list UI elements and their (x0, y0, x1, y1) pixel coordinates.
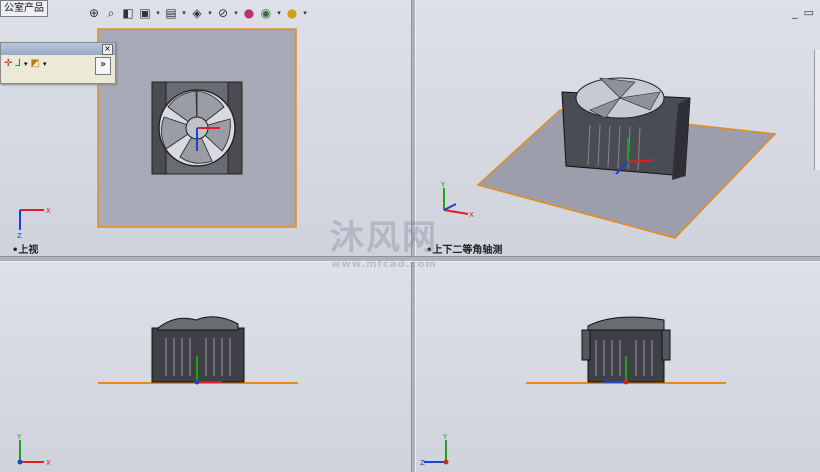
view-orientation-icon[interactable]: ▤ (163, 4, 179, 22)
isometric-view-model (476, 77, 777, 239)
hide-show-icon[interactable]: ⊘ (215, 4, 231, 22)
triad-bottom-right: Y Z (420, 433, 449, 467)
document-tab[interactable]: 公室产品 (0, 0, 48, 17)
chevron-down-icon[interactable]: ▾ (43, 60, 47, 68)
viewport-label-top: •上视 (12, 245, 39, 256)
floating-reference-toolbar[interactable]: × ✛ ⅃ ▾ ◩ ▾ » (0, 42, 116, 84)
svg-text:X: X (46, 207, 51, 215)
minimize-icon[interactable]: _ (792, 6, 798, 19)
toolbar-title-bar[interactable]: × (1, 43, 115, 55)
display-style-icon[interactable]: ◈ (189, 4, 205, 22)
section-view-icon[interactable]: ▣ (137, 4, 153, 22)
top-view-model (97, 28, 297, 228)
zoom-to-fit-icon[interactable]: ⊕ (86, 4, 102, 22)
section-dropdown-icon[interactable]: ▾ (154, 4, 162, 22)
task-pane-tabs[interactable] (814, 50, 820, 170)
zoom-area-icon[interactable]: ⌕ (103, 4, 119, 22)
view-settings-icon[interactable]: ● (284, 4, 300, 22)
apply-scene-icon[interactable]: ◉ (258, 4, 274, 22)
heads-up-view-toolbar: ⊕ ⌕ ◧ ▣ ▾ ▤ ▾ ◈ ▾ ⊘ ▾ ● ◉ ▾ ● ▾ (86, 3, 309, 23)
display-dropdown-icon[interactable]: ▾ (206, 4, 214, 22)
expand-toolbar-button[interactable]: » (95, 57, 111, 75)
close-icon[interactable]: × (102, 44, 113, 55)
scene-dropdown-icon[interactable]: ▾ (275, 4, 283, 22)
svg-text:X: X (469, 211, 474, 219)
restore-icon[interactable]: ▭ (804, 6, 814, 19)
orientation-dropdown-icon[interactable]: ▾ (180, 4, 188, 22)
watermark: 沐风网 www.mfcad.com (330, 218, 438, 270)
chevron-down-icon[interactable]: ▾ (24, 60, 28, 68)
triad-bottom-left: Y X (16, 433, 51, 467)
coordinate-system-icon[interactable]: ✛ (4, 58, 12, 69)
previous-view-icon[interactable]: ◧ (120, 4, 136, 22)
svg-text:Y: Y (440, 181, 446, 189)
svg-text:Z: Z (420, 459, 425, 467)
svg-text:Y: Y (442, 433, 448, 441)
svg-text:Z: Z (17, 232, 22, 240)
settings-dropdown-icon[interactable]: ▾ (301, 4, 309, 22)
edit-appearance-icon[interactable]: ● (241, 4, 257, 22)
window-controls: _ ▭ (792, 6, 814, 19)
svg-text:Y: Y (16, 433, 22, 441)
front-view-model (98, 316, 298, 385)
reference-point-icon[interactable]: ◩ (30, 58, 39, 69)
side-view-model (526, 316, 726, 385)
hide-show-dropdown-icon[interactable]: ▾ (232, 4, 240, 22)
triad-top-left: X Z (17, 207, 51, 240)
axis-icon[interactable]: ⅃ (15, 58, 21, 69)
svg-text:X: X (46, 459, 51, 467)
